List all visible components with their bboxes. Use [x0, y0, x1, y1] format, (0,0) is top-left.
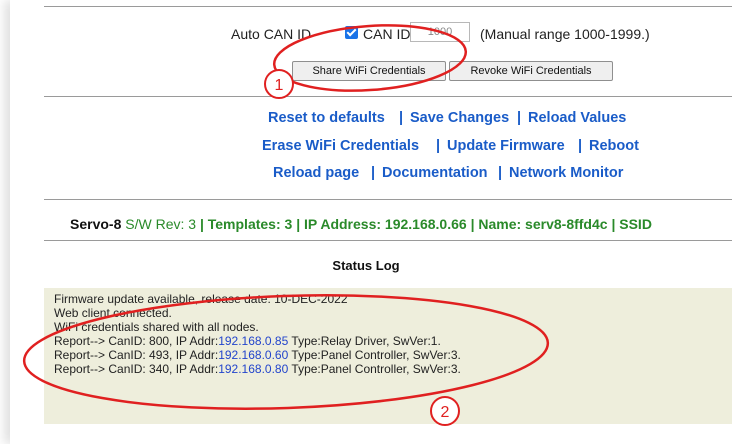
top-divider	[44, 6, 732, 7]
link-sep: |	[498, 165, 503, 181]
erase-wifi-link[interactable]: Erase WiFi Credentials	[262, 138, 419, 154]
report-line: Report--> CanID: 493, IP Addr:192.168.0.…	[54, 348, 461, 362]
report-text: Report--> CanID: 493, IP Addr:	[54, 348, 219, 362]
reboot-link[interactable]: Reboot	[589, 138, 639, 154]
device-name: Servo-8	[70, 216, 122, 232]
auto-can-id-checkbox[interactable]	[345, 26, 358, 39]
report-ip-link[interactable]: 192.168.0.60	[218, 348, 288, 362]
sw-rev: S/W Rev: 3	[125, 216, 197, 232]
report-type: Type:Relay Driver, SwVer:1.	[288, 334, 441, 348]
save-changes-link[interactable]: Save Changes	[410, 110, 509, 126]
report-type: Type:Panel Controller, SwVer:3.	[288, 362, 461, 376]
reload-page-link[interactable]: Reload page	[273, 165, 359, 181]
device-info-line: Servo-8 S/W Rev: 3 | Templates: 3 | IP A…	[70, 216, 652, 232]
report-type: Type:Panel Controller, SwVer:3.	[288, 348, 461, 362]
log-line: WiFi credentials shared with all nodes.	[54, 320, 259, 334]
link-sep: |	[399, 110, 404, 126]
report-ip-link[interactable]: 192.168.0.80	[218, 362, 288, 376]
templates-count: Templates: 3	[207, 216, 293, 232]
update-firmware-link[interactable]: Update Firmware	[447, 138, 565, 154]
revoke-wifi-credentials-button[interactable]: Revoke WiFi Credentials	[449, 61, 613, 81]
report-line: Report--> CanID: 800, IP Addr:192.168.0.…	[54, 334, 441, 348]
reset-defaults-link[interactable]: Reset to defaults	[268, 110, 385, 126]
log-line: Firmware update available, release date:…	[54, 292, 348, 306]
link-sep: |	[436, 138, 441, 154]
report-ip-link[interactable]: 192.168.0.85	[218, 334, 288, 348]
device-hostname: Name: serv8-8ffd4c	[478, 216, 608, 232]
link-sep: |	[517, 110, 522, 126]
divider-2	[44, 199, 732, 200]
ssid-label: SSID	[619, 216, 652, 232]
report-text: Report--> CanID: 340, IP Addr:	[54, 362, 219, 376]
reload-values-link[interactable]: Reload Values	[528, 110, 626, 126]
range-note: (Manual range 1000-1999.)	[480, 26, 650, 42]
documentation-link[interactable]: Documentation	[382, 165, 488, 181]
report-line: Report--> CanID: 340, IP Addr:192.168.0.…	[54, 362, 461, 376]
divider-1	[44, 96, 732, 97]
auto-can-id-label: Auto CAN ID	[231, 26, 312, 42]
ip-address: IP Address: 192.168.0.66	[304, 216, 467, 232]
link-sep: |	[578, 138, 583, 154]
can-id-input[interactable]: 1000	[410, 22, 470, 42]
report-text: Report--> CanID: 800, IP Addr:	[54, 334, 219, 348]
divider-3	[44, 240, 732, 241]
can-id-label: CAN ID	[363, 26, 411, 42]
network-monitor-link[interactable]: Network Monitor	[509, 165, 623, 181]
share-wifi-credentials-button[interactable]: Share WiFi Credentials	[292, 61, 446, 81]
log-line: Web client connected.	[54, 306, 172, 320]
status-log-title: Status Log	[332, 258, 400, 273]
link-sep: |	[371, 165, 376, 181]
